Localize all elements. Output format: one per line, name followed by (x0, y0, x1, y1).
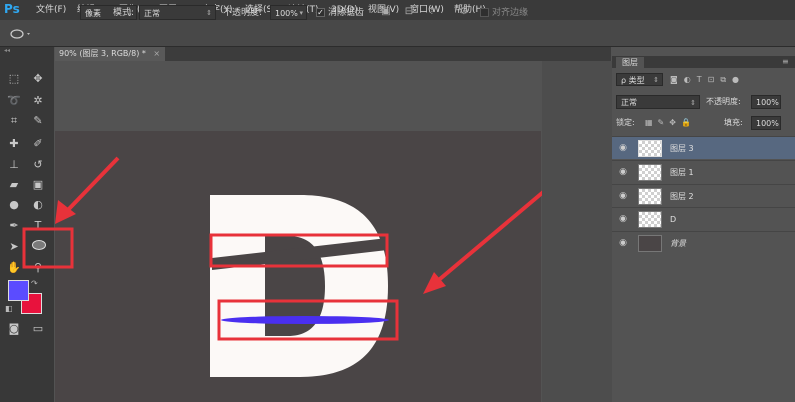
layer-row[interactable]: ◉ 背景 (612, 231, 795, 254)
chevron-down-icon: ⇕ (653, 76, 659, 84)
layer-filter-icons[interactable]: ◙◐T⊡⧉● (670, 73, 790, 86)
blue-ellipse-shape (221, 316, 389, 324)
eye-icon[interactable]: ◉ (616, 137, 630, 160)
layer-opacity-label: 不透明度: (706, 97, 741, 106)
eye-icon[interactable]: ◉ (616, 232, 630, 255)
layer-name: 图层 1 (670, 168, 694, 177)
layer-opacity-input[interactable]: 100% (751, 95, 781, 109)
eye-icon[interactable]: ◉ (616, 185, 630, 208)
layer-thumbnail (638, 140, 662, 157)
blend-mode-dropdown[interactable]: 正常 ⇕ (616, 95, 700, 109)
layer-thumbnail (638, 211, 662, 228)
panel-menu-icon[interactable]: ≡ (782, 56, 794, 67)
layer-thumbnail (638, 164, 662, 181)
layer-thumbnail (638, 235, 662, 252)
layer-name: D (670, 215, 677, 224)
layer-name: 图层 2 (670, 192, 694, 201)
letter-d-shape (210, 195, 388, 377)
arrow-to-tool (64, 156, 120, 214)
layer-row[interactable]: ◉ 图层 3 (612, 136, 795, 159)
layer-row[interactable]: ◉ D (612, 207, 795, 230)
eye-icon[interactable]: ◉ (616, 161, 630, 184)
fill-input[interactable]: 100% (751, 116, 781, 130)
fill-label: 填充: (724, 118, 743, 127)
layer-name: 图层 3 (670, 144, 694, 153)
lock-icons[interactable]: ▦✎✥🔒 (645, 117, 705, 129)
layer-name: 背景 (670, 239, 686, 248)
layer-row[interactable]: ◉ 图层 2 (612, 184, 795, 207)
layer-thumbnail (638, 188, 662, 205)
layer-filter-dropdown[interactable]: ρ 类型 ⇕ (616, 73, 663, 86)
highlight-box-tool (22, 227, 74, 269)
panel-dock (542, 61, 612, 402)
layer-row[interactable]: ◉ 图层 1 (612, 160, 795, 183)
chevron-down-icon: ⇕ (690, 99, 696, 107)
eye-icon[interactable]: ◉ (616, 208, 630, 231)
tab-layers[interactable]: 图层 (616, 57, 644, 68)
lock-label: 锁定: (616, 118, 635, 127)
